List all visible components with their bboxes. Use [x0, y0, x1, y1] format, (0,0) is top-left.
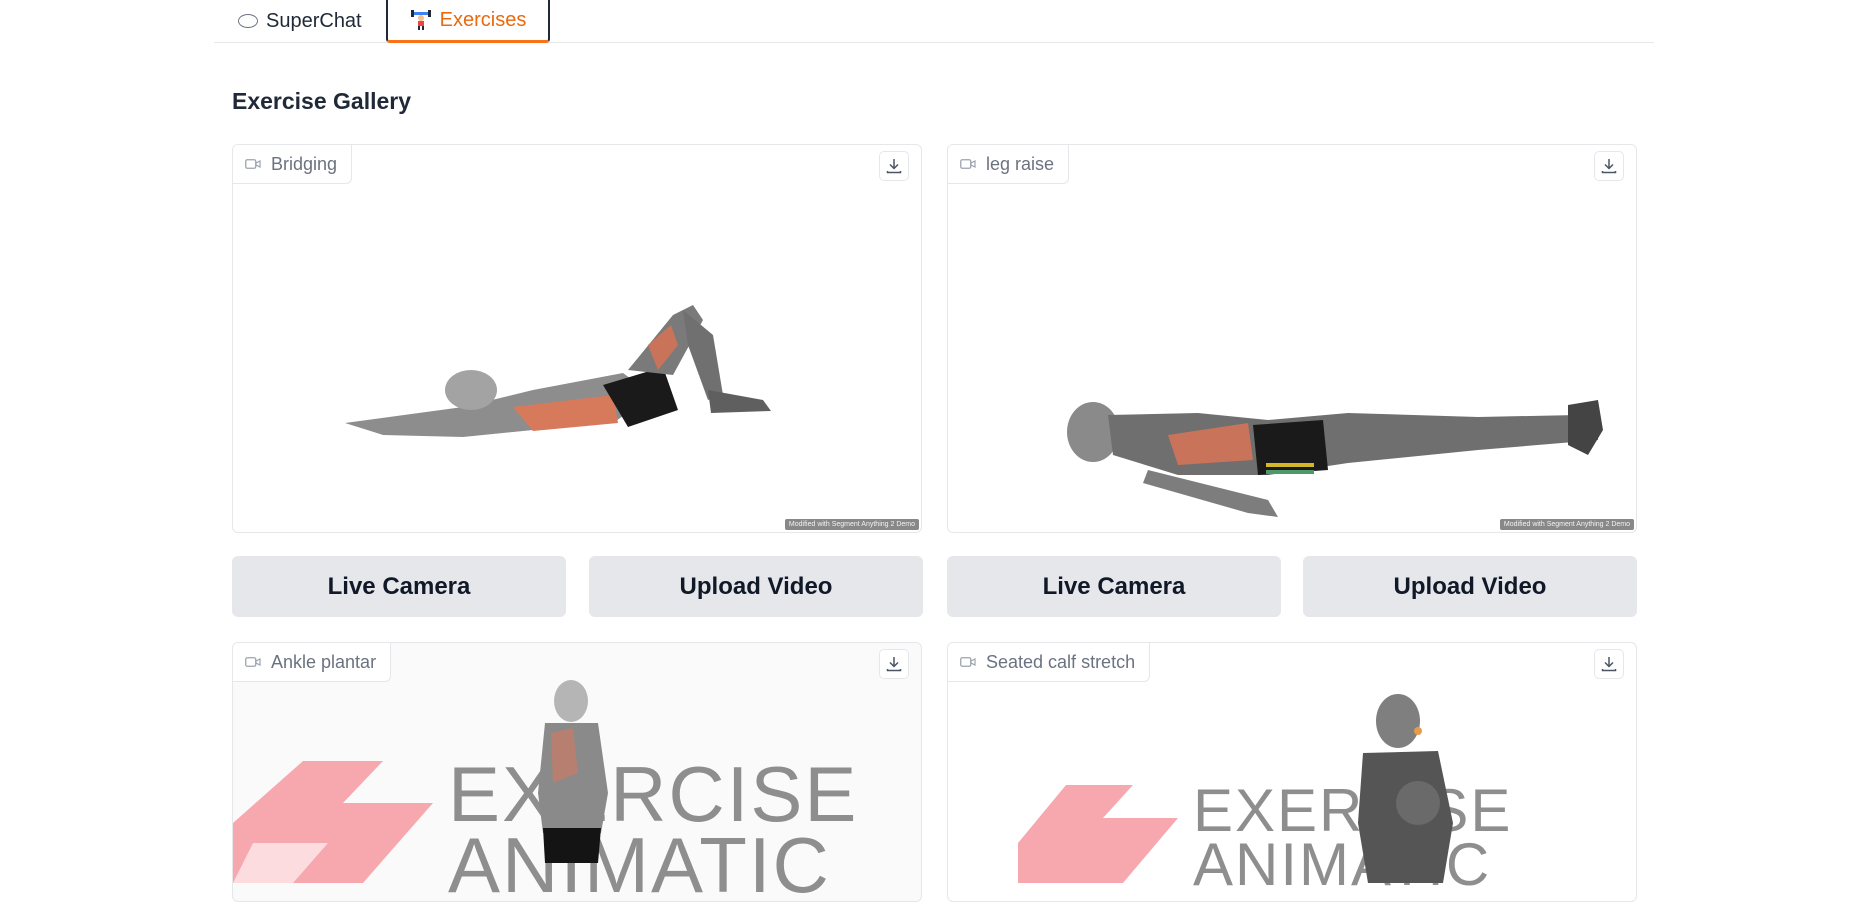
tab-exercises-label: Exercises — [439, 8, 527, 31]
video-label: leg raise — [948, 145, 1070, 184]
video-card-bridging[interactable]: Bridging Modified with Segment Anything … — [232, 144, 922, 533]
download-button[interactable] — [879, 649, 909, 679]
download-icon — [886, 159, 902, 174]
tab-exercises[interactable]: Exercises — [386, 0, 550, 43]
tab-bar: SuperChat Exercises — [214, 0, 1654, 43]
video-label: Ankle plantar — [233, 643, 392, 682]
video-label: Bridging — [233, 145, 353, 184]
speech-bubble-icon — [238, 14, 258, 28]
upload-video-button-leg-raise[interactable]: Upload Video — [1303, 556, 1637, 617]
live-camera-button-leg-raise[interactable]: Live Camera — [947, 556, 1281, 617]
video-camera-icon — [960, 657, 976, 667]
watermark: Modified with Segment Anything 2 Demo — [784, 519, 919, 530]
download-icon — [1601, 159, 1617, 174]
video-card-seated-calf-stretch[interactable]: Seated calf stretch EXERCISE ANIMATIC — [947, 642, 1637, 902]
watermark: Modified with Segment Anything 2 Demo — [1499, 519, 1634, 530]
tab-superchat-label: SuperChat — [266, 9, 362, 32]
download-icon — [1601, 657, 1617, 672]
video-card-leg-raise[interactable]: leg raise Modified with Segment Anything… — [947, 144, 1637, 533]
download-button[interactable] — [879, 151, 909, 181]
upload-video-button-bridging[interactable]: Upload Video — [589, 556, 923, 617]
live-camera-button-bridging[interactable]: Live Camera — [232, 556, 566, 617]
download-button[interactable] — [1594, 649, 1624, 679]
video-label-text: Seated calf stretch — [986, 651, 1136, 672]
leg-raise-animation-frame — [1067, 400, 1603, 517]
tab-superchat[interactable]: SuperChat — [238, 0, 362, 42]
section-title: Exercise Gallery — [232, 88, 412, 114]
video-label: Seated calf stretch — [948, 643, 1151, 682]
video-card-ankle-plantar[interactable]: Ankle plantar EXERCISE ANIMATIC — [232, 642, 922, 902]
video-camera-icon — [245, 657, 261, 667]
video-label-text: Ankle plantar — [271, 651, 377, 672]
bridging-animation-frame — [345, 305, 771, 437]
download-icon — [886, 657, 902, 672]
weightlifter-icon — [410, 10, 431, 30]
video-camera-icon — [245, 159, 261, 169]
download-button[interactable] — [1594, 151, 1624, 181]
video-camera-icon — [960, 159, 976, 169]
video-label-text: leg raise — [986, 153, 1055, 174]
video-label-text: Bridging — [271, 153, 338, 174]
